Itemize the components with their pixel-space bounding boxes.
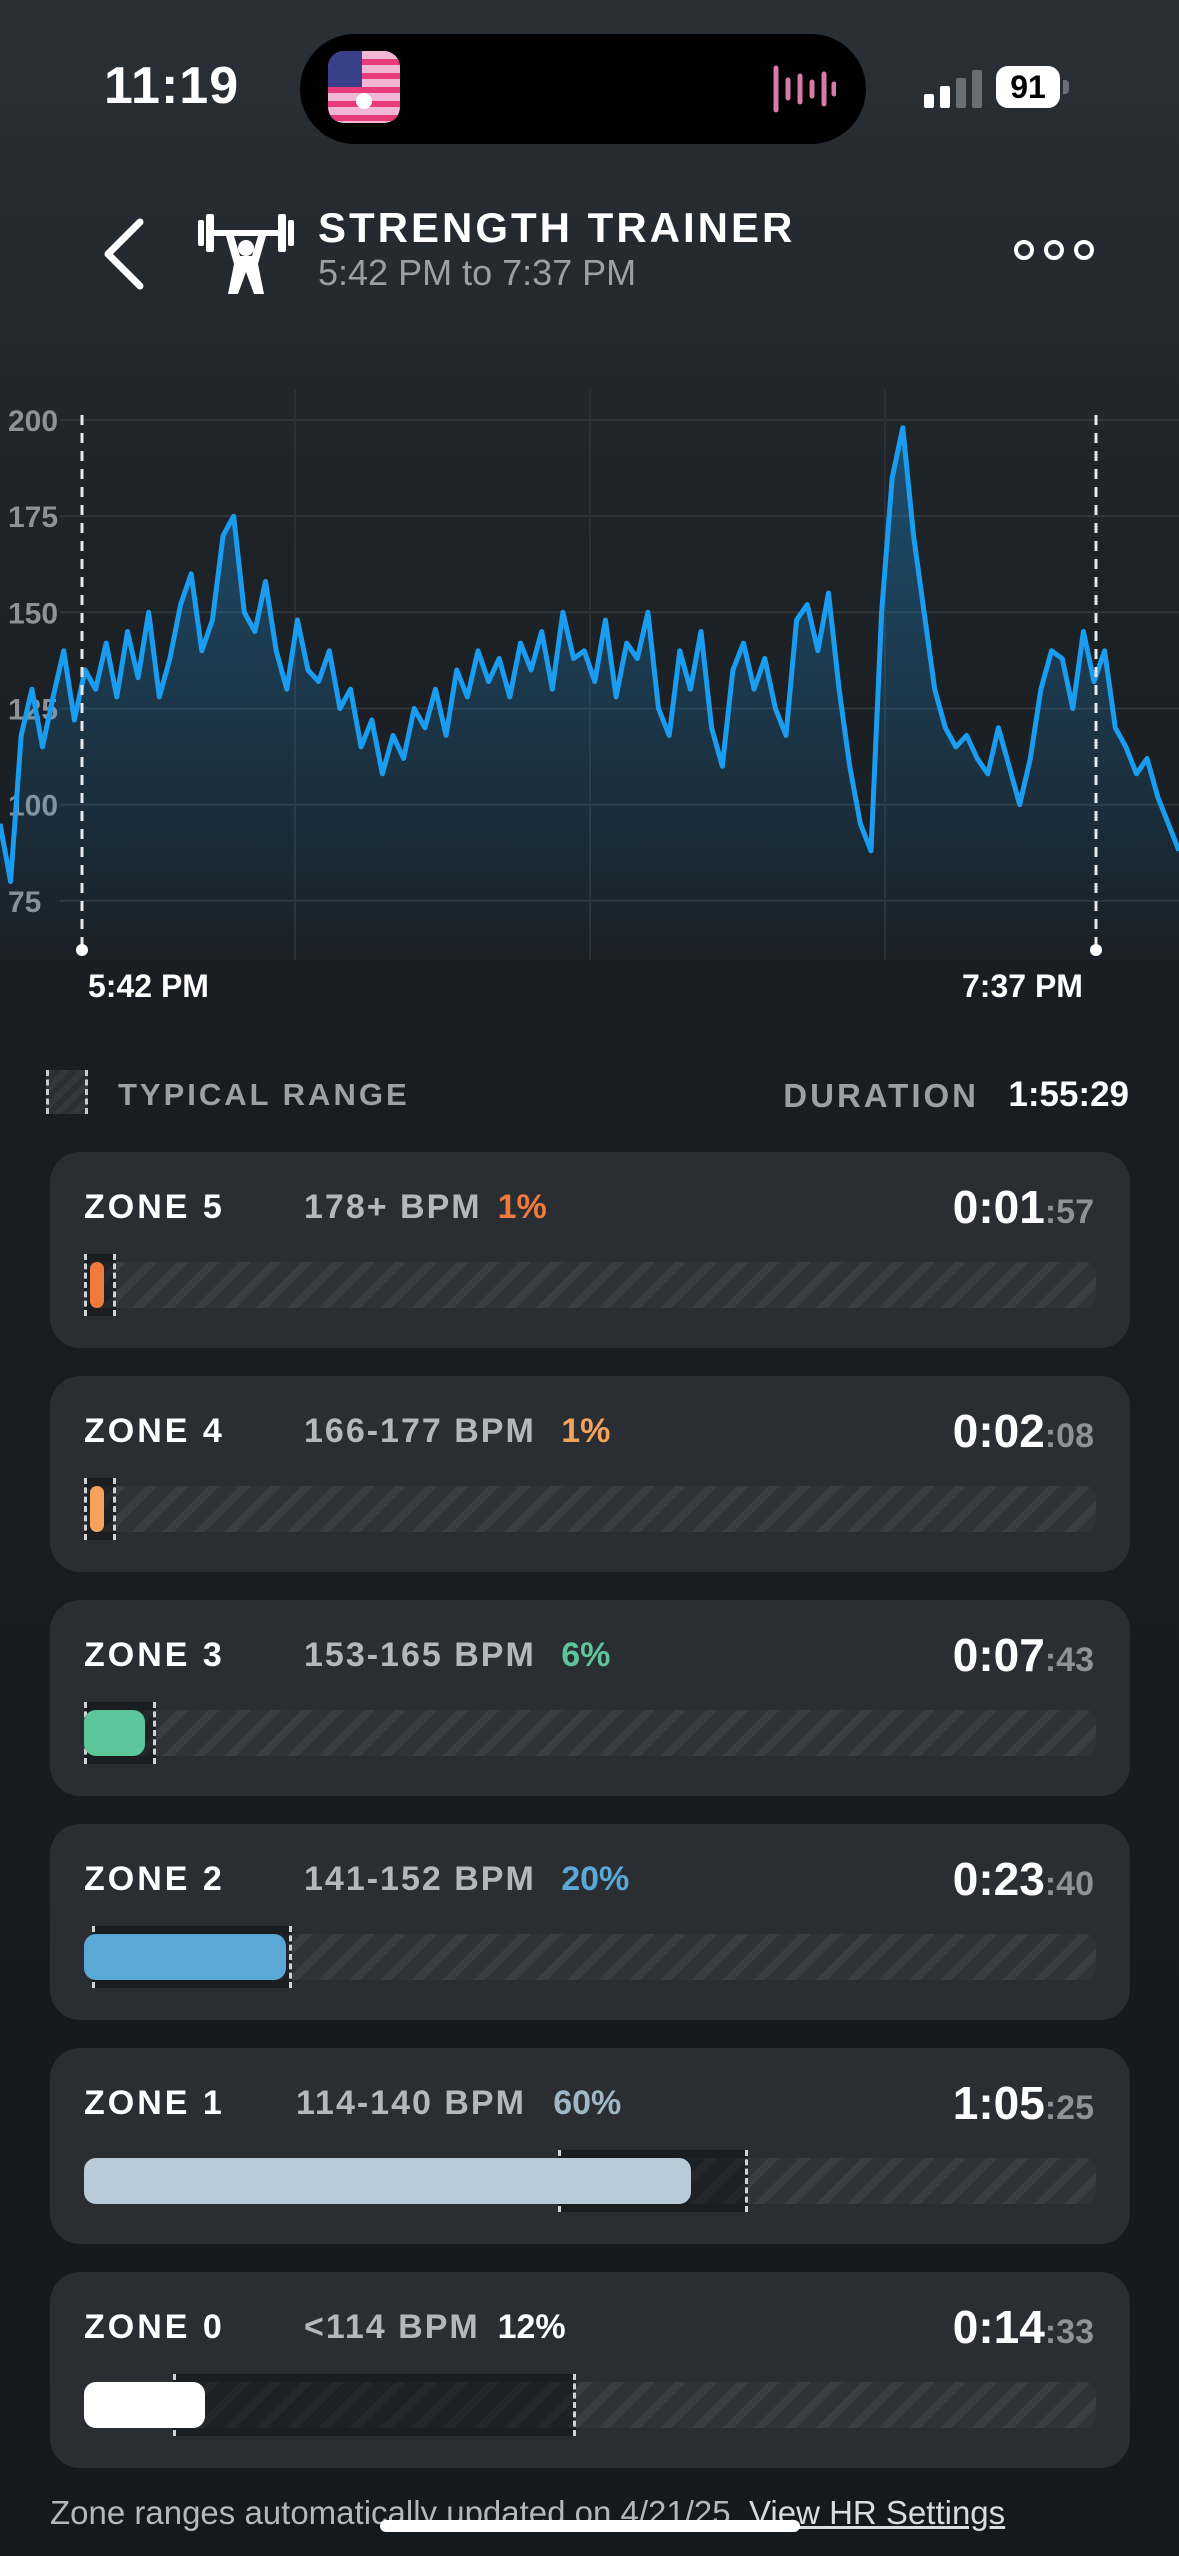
signal-icon [924, 70, 982, 108]
zone-name: ZONE 3 [84, 1636, 225, 1674]
zone-percentage: 12% [497, 2308, 566, 2346]
duration-label: DURATION [783, 1077, 979, 1114]
y-tick-label: 150 [8, 597, 58, 630]
zone-card[interactable]: ZONE 0 <114 BPM 12% 0:14:33 [50, 2272, 1130, 2468]
zone-duration: 0:23:40 [953, 1852, 1094, 1906]
zone-duration: 0:01:57 [953, 1180, 1094, 1234]
zone-duration: 1:05:25 [953, 2076, 1094, 2130]
zone-duration-seconds: :57 [1044, 1193, 1094, 1231]
zone-percentage: 1% [561, 1412, 611, 1450]
zone-duration-main: 0:07 [952, 1629, 1045, 1681]
audio-wave-icon [773, 65, 836, 113]
zone-bpm-range: 178+ BPM [304, 1188, 482, 1226]
home-indicator[interactable] [380, 2520, 800, 2532]
zone-bpm-range: 153-165 BPM [304, 1636, 536, 1674]
heart-rate-plot: 20017515012510075 [0, 390, 1179, 960]
zone-duration-main: 0:02 [952, 1405, 1045, 1457]
summary-row: TYPICAL RANGE DURATION 1:55:29 [0, 1065, 1179, 1125]
zone-percentage: 1% [497, 1188, 547, 1226]
battery-level: 91 [996, 66, 1060, 108]
zone-duration-main: 0:14 [952, 2301, 1045, 2353]
zone-percentage: 60% [553, 2084, 622, 2122]
zone-duration: 0:02:08 [953, 1404, 1094, 1458]
zone-progress-fill [84, 1934, 287, 1980]
zone-duration-seconds: :25 [1044, 2089, 1094, 2127]
zone-duration-main: 1:05 [952, 2077, 1045, 2129]
zone-progress-track [84, 1254, 1096, 1316]
zone-duration-seconds: :33 [1044, 2313, 1094, 2351]
zone-duration-seconds: :08 [1044, 1417, 1094, 1455]
zone-name: ZONE 1 [84, 2084, 225, 2122]
typical-range-legend-icon [46, 1070, 88, 1114]
zone-card[interactable]: ZONE 2 141-152 BPM 20% 0:23:40 [50, 1824, 1130, 2020]
status-bar: 11:19 91 [0, 0, 1179, 170]
dynamic-island[interactable] [300, 34, 866, 144]
typical-range-label: TYPICAL RANGE [118, 1077, 410, 1112]
zone-bpm-range: 141-152 BPM [304, 1860, 536, 1898]
workout-time-range: 5:42 PM to 7:37 PM [318, 252, 637, 293]
zone-progress-track [84, 2374, 1096, 2436]
zone-name: ZONE 4 [84, 1412, 225, 1450]
zone-percentage: 20% [561, 1860, 630, 1898]
zone-name: ZONE 2 [84, 1860, 225, 1898]
weightlifting-icon [198, 214, 294, 294]
zone-progress-track [84, 2150, 1096, 2212]
zone-progress-track [84, 1478, 1096, 1540]
zone-progress-track [84, 1926, 1096, 1988]
zone-duration-main: 0:23 [952, 1853, 1045, 1905]
workout-title: STRENGTH TRAINER [318, 204, 796, 251]
zone-bpm-range: 166-177 BPM [304, 1412, 536, 1450]
zone-duration-seconds: :40 [1044, 1865, 1094, 1903]
chart-start-time: 5:42 PM [88, 968, 209, 1004]
zone-name: ZONE 0 [84, 2308, 225, 2346]
zone-card[interactable]: ZONE 5 178+ BPM 1% 0:01:57 [50, 1152, 1130, 1348]
heart-rate-chart[interactable]: 20017515012510075 5:42 PM 7:37 PM [0, 380, 1179, 1020]
zone-duration-main: 0:01 [952, 1181, 1045, 1233]
zone-bpm-range: <114 BPM [304, 2308, 480, 2346]
zone-percentage: 6% [561, 1636, 611, 1674]
zone-duration: 0:07:43 [953, 1628, 1094, 1682]
zone-card[interactable]: ZONE 4 166-177 BPM 1% 0:02:08 [50, 1376, 1130, 1572]
y-tick-label: 200 [8, 405, 58, 438]
chart-end-time: 7:37 PM [962, 968, 1083, 1004]
zone-duration: 0:14:33 [953, 2300, 1094, 2354]
duration-value: 1:55:29 [1008, 1075, 1129, 1114]
zone-card[interactable]: ZONE 3 153-165 BPM 6% 0:07:43 [50, 1600, 1130, 1796]
typical-range-marker [173, 2374, 576, 2436]
zone-progress-track [84, 1702, 1096, 1764]
y-tick-label: 175 [8, 501, 58, 534]
workout-header: STRENGTH TRAINER 5:42 PM to 7:37 PM [0, 190, 1179, 320]
zone-progress-fill [90, 1486, 104, 1532]
zone-name: ZONE 5 [84, 1188, 225, 1226]
battery-icon: 91 [996, 66, 1070, 108]
zone-progress-fill [90, 1262, 104, 1308]
marker-dot [1090, 944, 1102, 956]
clock: 11:19 [104, 57, 240, 115]
zone-card[interactable]: ZONE 1 114-140 BPM 60% 1:05:25 [50, 2048, 1130, 2244]
zone-progress-fill [84, 1710, 145, 1756]
more-options-icon[interactable] [1012, 238, 1096, 262]
zone-bpm-range: 114-140 BPM [296, 2084, 526, 2122]
zone-progress-fill [84, 2158, 692, 2204]
zone-duration-seconds: :43 [1044, 1641, 1094, 1679]
flag-app-icon[interactable] [328, 51, 400, 123]
back-chevron-icon[interactable] [96, 214, 152, 294]
marker-dot [76, 944, 88, 956]
zone-progress-fill [84, 2382, 206, 2428]
